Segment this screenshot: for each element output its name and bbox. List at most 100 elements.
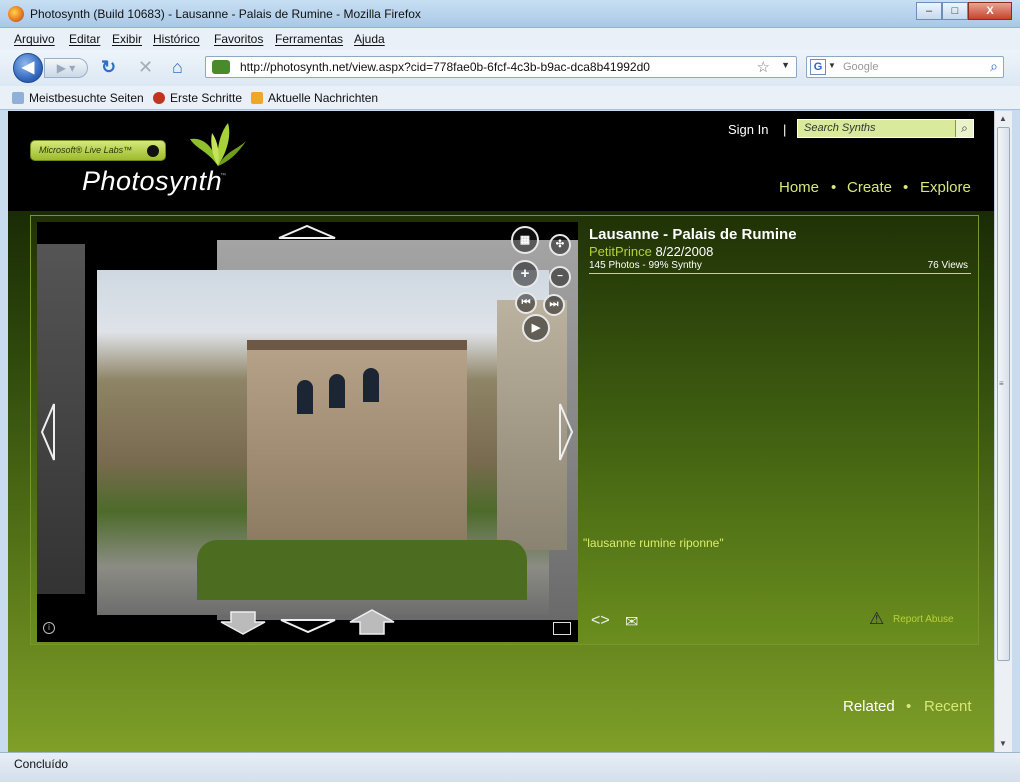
header-separator: | — [783, 122, 787, 137]
nav-up-arrow-icon[interactable] — [277, 224, 337, 240]
play-icon[interactable]: ▶ — [522, 314, 550, 342]
building-window — [363, 368, 379, 402]
search-icon[interactable]: ⌕ — [955, 120, 973, 137]
search-synths-input[interactable]: Search Synths ⌕ — [797, 119, 974, 138]
synth-stats: 145 Photos - 99% Synthy — [589, 260, 702, 271]
search-synths-placeholder[interactable]: Search Synths — [804, 122, 876, 134]
menu-arquivo[interactable]: Arquivo — [14, 32, 55, 46]
bookmarks-toolbar: Meistbesuchte Seiten Erste Schritte Aktu… — [0, 86, 1020, 110]
divider — [589, 273, 971, 274]
bookmark-meistbesuchte[interactable]: Meistbesuchte Seiten — [12, 91, 144, 105]
next-icon[interactable]: ⏭ — [543, 294, 565, 316]
navigation-toolbar: ◀ ▶ ▾ ↻ ✕ ⌂ http://photosynth.net/view.a… — [0, 50, 1020, 86]
close-button[interactable]: X — [968, 2, 1012, 20]
email-icon[interactable]: ✉ — [625, 612, 638, 632]
bookmark-aktuelle-nachrichten[interactable]: Aktuelle Nachrichten — [251, 91, 378, 105]
maximize-button[interactable]: □ — [942, 2, 968, 20]
bookmark-label: Aktuelle Nachrichten — [268, 91, 379, 105]
warning-icon: ⚠ — [869, 609, 885, 628]
synth-title: Lausanne - Palais de Rumine — [589, 226, 797, 243]
status-text: Concluído — [14, 757, 69, 771]
back-icon[interactable]: ◀ — [13, 53, 43, 83]
bookmark-label: Erste Schritte — [170, 91, 243, 105]
sign-in-link[interactable]: Sign In — [728, 122, 768, 137]
home-icon[interactable]: ⌂ — [172, 58, 183, 76]
menu-historico[interactable]: Histórico — [153, 32, 200, 46]
search-engine-dropdown-icon[interactable]: ▼ — [828, 61, 836, 70]
logo-trademark: ™ — [220, 173, 226, 179]
window-controls: – □ X — [916, 2, 1012, 20]
overhead-view-icon[interactable]: ✣ — [549, 234, 571, 256]
nav-left-arrow-icon[interactable] — [39, 402, 57, 462]
report-abuse-link[interactable]: Report Abuse — [893, 614, 954, 625]
badge-label: Microsoft® Live Labs™ — [39, 145, 133, 155]
building-window — [329, 374, 345, 408]
menu-ferramentas[interactable]: Ferramentas — [275, 32, 343, 46]
move-forward-icon[interactable] — [348, 608, 396, 636]
synth-byline: PetitPrince 8/22/2008 — [589, 244, 713, 259]
status-bar: Concluído — [0, 752, 1020, 782]
synth-tags[interactable]: "lausanne rumine riponne" — [583, 536, 724, 550]
vertical-scrollbar[interactable]: ▲ ≡ ▼ — [994, 111, 1012, 752]
building-window — [297, 380, 313, 414]
synth-views: 76 Views — [927, 260, 968, 271]
firefox-icon — [8, 6, 24, 22]
nav-explore[interactable]: Explore — [920, 179, 971, 196]
stop-icon[interactable]: ✕ — [138, 58, 153, 76]
synth-photo[interactable] — [97, 270, 567, 615]
synth-panel: ▦ ✣ + − ⏮ ⏭ ▶ i Lausanne - Palais de Rum… — [30, 215, 979, 645]
search-engine-icon[interactable]: G — [810, 59, 826, 75]
url-text[interactable]: http://photosynth.net/view.aspx?cid=778f… — [240, 60, 650, 74]
window-title: Photosynth (Build 10683) - Lausanne - Pa… — [30, 7, 421, 21]
bookmark-erste-schritte[interactable]: Erste Schritte — [153, 91, 242, 105]
forward-icon[interactable]: ▶ ▾ — [44, 58, 88, 78]
magnifier-icon[interactable]: ⌕ — [990, 58, 998, 75]
nav-bullet: • — [903, 179, 909, 196]
synth-date: 8/22/2008 — [655, 244, 714, 259]
badge-dot-icon — [147, 145, 159, 157]
scroll-down-icon[interactable]: ▼ — [999, 739, 1007, 748]
nav-create[interactable]: Create — [847, 179, 892, 196]
scrollbar-thumb[interactable] — [997, 127, 1010, 661]
embed-icon[interactable]: <> — [591, 612, 610, 630]
menu-bar: Arquivo Editar Exibir Histórico Favorito… — [0, 28, 1020, 50]
menu-editar[interactable]: Editar — [69, 32, 100, 46]
fullscreen-icon[interactable] — [553, 622, 571, 635]
browser-search-placeholder[interactable]: Google — [843, 61, 878, 73]
nav-bullet: • — [831, 179, 837, 196]
menu-exibir[interactable]: Exibir — [112, 32, 142, 46]
site-favicon-icon — [212, 60, 230, 74]
bookmark-folder-icon — [12, 92, 24, 104]
move-back-icon[interactable] — [219, 610, 267, 636]
browser-search-box[interactable]: G ▼ Google ⌕ — [806, 56, 1004, 78]
zoom-in-icon[interactable]: + — [511, 260, 539, 288]
photosynth-logo[interactable]: Photosynth — [82, 166, 222, 197]
hedge-trees — [197, 540, 527, 600]
page-viewport: Microsoft® Live Labs™ Photosynth ™ Sign … — [8, 111, 994, 752]
reload-icon[interactable]: ↻ — [101, 58, 116, 76]
rss-icon — [251, 92, 263, 104]
url-bar[interactable]: http://photosynth.net/view.aspx?cid=778f… — [205, 56, 797, 78]
scrollbar-grip-icon: ≡ — [999, 379, 1004, 388]
tab-related[interactable]: Related — [843, 698, 895, 715]
zoom-out-icon[interactable]: − — [549, 266, 571, 288]
firefox-bookmark-icon — [153, 92, 165, 104]
minimize-button[interactable]: – — [916, 2, 942, 20]
previous-icon[interactable]: ⏮ — [515, 292, 537, 314]
nav-down-arrow-icon[interactable] — [279, 618, 337, 634]
tab-recent[interactable]: Recent — [924, 698, 972, 715]
menu-favoritos[interactable]: Favoritos — [214, 32, 263, 46]
grid-icon[interactable]: ▦ — [511, 226, 539, 254]
info-icon[interactable]: i — [43, 622, 55, 634]
synth-viewer[interactable]: ▦ ✣ + − ⏮ ⏭ ▶ i — [37, 222, 578, 642]
author-link[interactable]: PetitPrince — [589, 244, 652, 259]
window-titlebar: Photosynth (Build 10683) - Lausanne - Pa… — [0, 0, 1020, 28]
menu-ajuda[interactable]: Ajuda — [354, 32, 385, 46]
star-icon[interactable]: ☆ — [757, 58, 770, 76]
nav-home[interactable]: Home — [779, 179, 819, 196]
nav-right-arrow-icon[interactable] — [557, 402, 575, 462]
microsoft-live-labs-badge[interactable]: Microsoft® Live Labs™ — [30, 140, 166, 161]
building-facade — [247, 340, 467, 540]
scroll-up-icon[interactable]: ▲ — [999, 114, 1007, 123]
chevron-down-icon[interactable]: ▼ — [781, 60, 790, 70]
